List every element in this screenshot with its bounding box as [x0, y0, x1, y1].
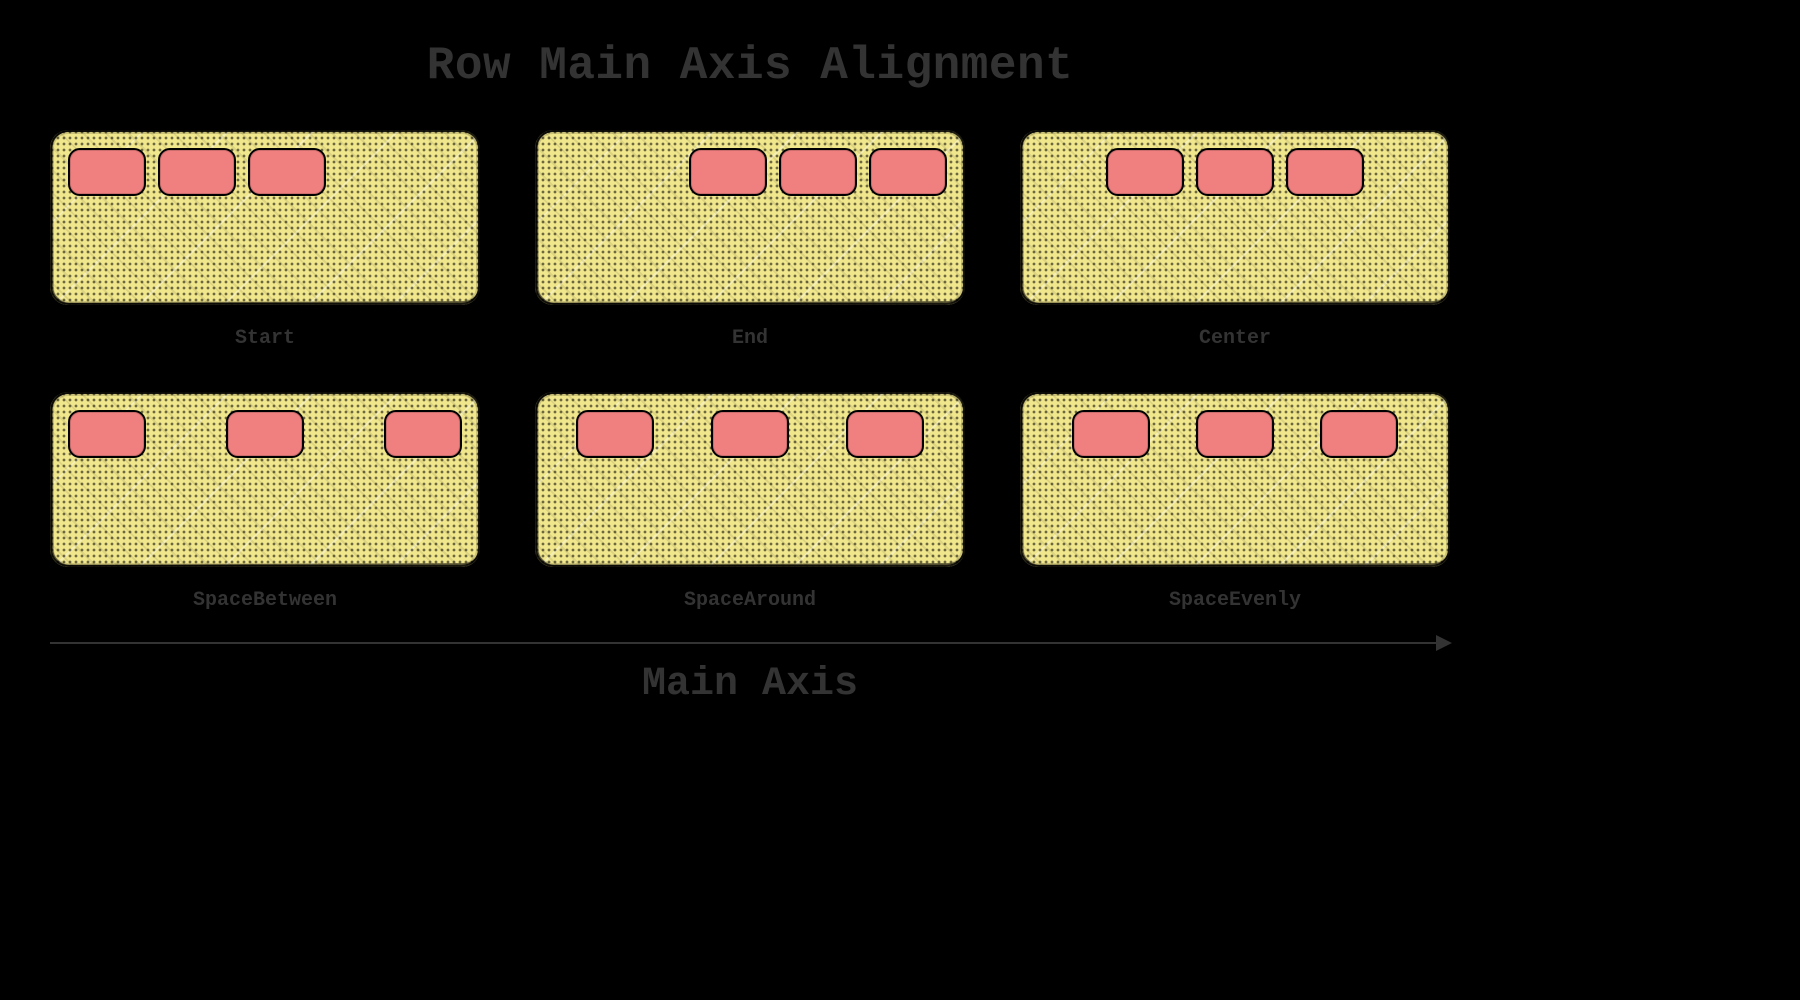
row-container	[1020, 130, 1450, 305]
row-child	[1106, 148, 1184, 196]
alignment-example-spaceevenly: SpaceEvenly	[1020, 392, 1450, 612]
row-child	[1072, 410, 1150, 458]
row-container	[535, 392, 965, 567]
alignment-example-end: End	[535, 130, 965, 350]
diagram-stage: Row Main Axis Alignment Start End	[0, 0, 1500, 1000]
row-child	[68, 148, 146, 196]
row-child	[711, 410, 789, 458]
row-child	[1196, 410, 1274, 458]
main-axis-indicator: Main Axis	[50, 642, 1450, 707]
row-container	[1020, 392, 1450, 567]
alignment-grid: Start End Center SpaceBetw	[50, 130, 1450, 612]
row-child	[1286, 148, 1364, 196]
row-child	[869, 148, 947, 196]
alignment-example-start: Start	[50, 130, 480, 350]
row-child	[779, 148, 857, 196]
row-child	[689, 148, 767, 196]
row-container	[50, 130, 480, 305]
row-child	[158, 148, 236, 196]
row-child	[384, 410, 462, 458]
alignment-label: Center	[1199, 327, 1271, 350]
alignment-label: End	[732, 327, 768, 350]
row-child	[576, 410, 654, 458]
row-child	[68, 410, 146, 458]
alignment-example-center: Center	[1020, 130, 1450, 350]
alignment-label: Start	[235, 327, 295, 350]
main-axis-label: Main Axis	[642, 662, 858, 707]
main-axis-arrow	[50, 642, 1450, 644]
row-child	[248, 148, 326, 196]
alignment-label: SpaceBetween	[193, 589, 337, 612]
alignment-example-spacebetween: SpaceBetween	[50, 392, 480, 612]
row-child	[846, 410, 924, 458]
row-container	[535, 130, 965, 305]
alignment-label: SpaceAround	[684, 589, 816, 612]
diagram-title: Row Main Axis Alignment	[427, 40, 1073, 92]
row-child	[226, 410, 304, 458]
row-child	[1320, 410, 1398, 458]
row-child	[1196, 148, 1274, 196]
alignment-example-spacearound: SpaceAround	[535, 392, 965, 612]
alignment-label: SpaceEvenly	[1169, 589, 1301, 612]
row-container	[50, 392, 480, 567]
